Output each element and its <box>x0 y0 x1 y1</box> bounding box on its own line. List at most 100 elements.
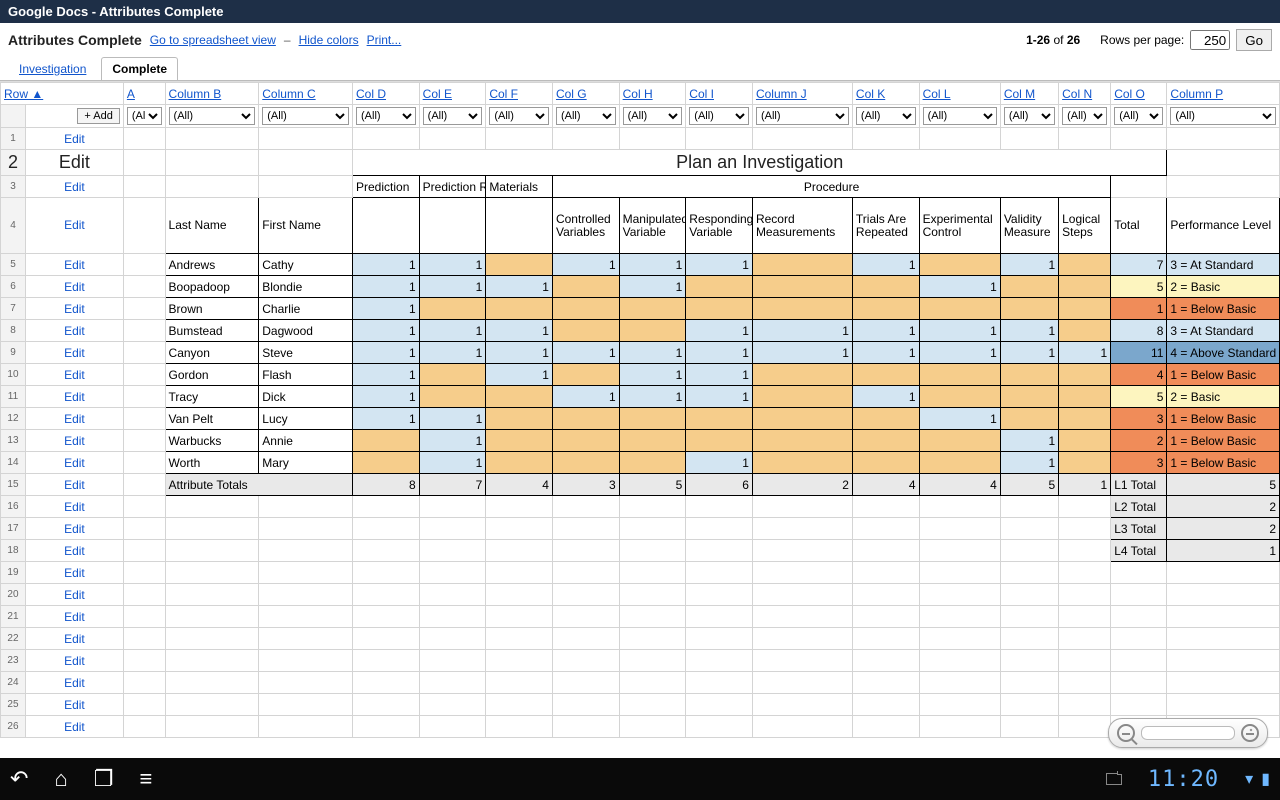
edit-link[interactable]: Edit <box>25 694 123 716</box>
row-number: 24 <box>1 672 26 694</box>
back-icon[interactable]: ↶ <box>10 766 28 792</box>
row-number: 2 <box>1 150 26 176</box>
col-d[interactable]: Col D <box>353 83 420 105</box>
edit-link[interactable]: Edit <box>25 408 123 430</box>
clock: 11:20 <box>1148 767 1219 792</box>
filter-g[interactable]: (All) <box>556 107 616 125</box>
edit-link[interactable]: Edit <box>25 128 123 150</box>
filter-f[interactable]: (All) <box>489 107 549 125</box>
edit-link[interactable]: Edit <box>25 650 123 672</box>
col-l[interactable]: Col L <box>919 83 1000 105</box>
filter-o[interactable]: (All) <box>1114 107 1163 125</box>
rows-per-page-input[interactable] <box>1190 30 1230 50</box>
col-o[interactable]: Col O <box>1111 83 1167 105</box>
tab-investigation[interactable]: Investigation <box>8 57 97 80</box>
col-a[interactable]: A <box>123 83 165 105</box>
edit-link[interactable]: Edit <box>25 176 123 198</box>
col-m[interactable]: Col M <box>1000 83 1058 105</box>
filter-k[interactable]: (All) <box>856 107 916 125</box>
filter-i[interactable]: (All) <box>689 107 749 125</box>
col-e[interactable]: Col E <box>419 83 486 105</box>
filter-h[interactable]: (All) <box>623 107 683 125</box>
filter-m[interactable]: (All) <box>1004 107 1055 125</box>
filter-n[interactable]: (All) <box>1062 107 1107 125</box>
row-number: 1 <box>1 128 26 150</box>
row-number: 26 <box>1 716 26 738</box>
home-icon[interactable]: ⌂ <box>54 766 67 792</box>
edit-link[interactable]: Edit <box>25 716 123 738</box>
edit-link[interactable]: Edit <box>25 198 123 254</box>
filter-e[interactable]: (All) <box>423 107 483 125</box>
filter-d[interactable]: (All) <box>356 107 416 125</box>
table-row: 9EditCanyonSteve11111111111114 = Above S… <box>1 342 1280 364</box>
edit-link[interactable]: Edit <box>25 320 123 342</box>
filter-l[interactable]: (All) <box>923 107 997 125</box>
col-j[interactable]: Column J <box>752 83 852 105</box>
menu-icon[interactable]: ≡ <box>139 766 152 792</box>
edit-link[interactable]: Edit <box>25 298 123 320</box>
zoom-out-icon[interactable] <box>1117 724 1135 742</box>
col-f[interactable]: Col F <box>486 83 553 105</box>
col-n[interactable]: Col N <box>1059 83 1111 105</box>
edit-link[interactable]: Edit <box>25 562 123 584</box>
filter-a[interactable]: (All) <box>127 107 162 125</box>
col-k[interactable]: Col K <box>852 83 919 105</box>
row-number: 11 <box>1 386 26 408</box>
col-b[interactable]: Column B <box>165 83 259 105</box>
edit-link[interactable]: Edit <box>25 276 123 298</box>
row-number: 23 <box>1 650 26 672</box>
spreadsheet-view-link[interactable]: Go to spreadsheet view <box>150 33 276 47</box>
row-number: 13 <box>1 430 26 452</box>
edit-link[interactable]: Edit <box>25 430 123 452</box>
row-number: 10 <box>1 364 26 386</box>
column-header-row: Row ▲ A Column B Column C Col D Col E Co… <box>1 83 1280 105</box>
edit-link[interactable]: Edit <box>25 452 123 474</box>
edit-link[interactable]: Edit <box>25 342 123 364</box>
row-number: 16 <box>1 496 26 518</box>
filter-p[interactable]: (All) <box>1170 107 1276 125</box>
filter-b[interactable]: (All) <box>169 107 256 125</box>
edit-link[interactable]: Edit <box>25 364 123 386</box>
edit-link[interactable]: Edit <box>25 540 123 562</box>
table-row: 14EditWorthMary11131 = Below Basic <box>1 452 1280 474</box>
tab-complete[interactable]: Complete <box>101 57 178 80</box>
recent-apps-icon[interactable]: ❐ <box>94 766 114 792</box>
col-h[interactable]: Col H <box>619 83 686 105</box>
window-titlebar: Google Docs - Attributes Complete <box>0 0 1280 23</box>
filter-j[interactable]: (All) <box>756 107 849 125</box>
edit-link[interactable]: Edit <box>25 672 123 694</box>
edit-link[interactable]: Edit <box>25 254 123 276</box>
zoom-control[interactable] <box>1108 718 1268 748</box>
edit-link[interactable]: Edit <box>25 518 123 540</box>
print-link[interactable]: Print... <box>367 33 402 47</box>
data-grid: Row ▲ A Column B Column C Col D Col E Co… <box>0 82 1280 738</box>
filter-row: + Add (All) (All) (All) (All) (All) (All… <box>1 105 1280 128</box>
col-row[interactable]: Row ▲ <box>1 83 124 105</box>
add-button[interactable]: + Add <box>77 108 119 124</box>
zoom-in-icon[interactable] <box>1241 724 1259 742</box>
go-button[interactable]: Go <box>1236 29 1272 51</box>
edit-link[interactable]: Edit <box>25 496 123 518</box>
zoom-slider[interactable] <box>1141 726 1235 740</box>
row-number: 18 <box>1 540 26 562</box>
edit-link[interactable]: Edit <box>25 606 123 628</box>
edit-link[interactable]: Edit <box>25 386 123 408</box>
col-g[interactable]: Col G <box>552 83 619 105</box>
android-system-bar: ↶ ⌂ ❐ ≡ 11:20 ▾ ▮ <box>0 758 1280 800</box>
table-row: 8EditBumsteadDagwood1111111183 = At Stan… <box>1 320 1280 342</box>
row-number: 14 <box>1 452 26 474</box>
row-number: 22 <box>1 628 26 650</box>
edit-link[interactable]: Edit <box>25 474 123 496</box>
edit-link[interactable]: Edit <box>25 628 123 650</box>
col-p[interactable]: Column P <box>1167 83 1280 105</box>
filter-c[interactable]: (All) <box>262 107 349 125</box>
hide-colors-link[interactable]: Hide colors <box>299 33 359 47</box>
edit-link[interactable]: Edit <box>25 584 123 606</box>
col-i[interactable]: Col I <box>686 83 753 105</box>
edit-link[interactable]: Edit <box>25 150 123 176</box>
row-number: 8 <box>1 320 26 342</box>
row-number: 25 <box>1 694 26 716</box>
row-number: 6 <box>1 276 26 298</box>
table-row: 5EditAndrewsCathy111111173 = At Standard <box>1 254 1280 276</box>
col-c[interactable]: Column C <box>259 83 353 105</box>
